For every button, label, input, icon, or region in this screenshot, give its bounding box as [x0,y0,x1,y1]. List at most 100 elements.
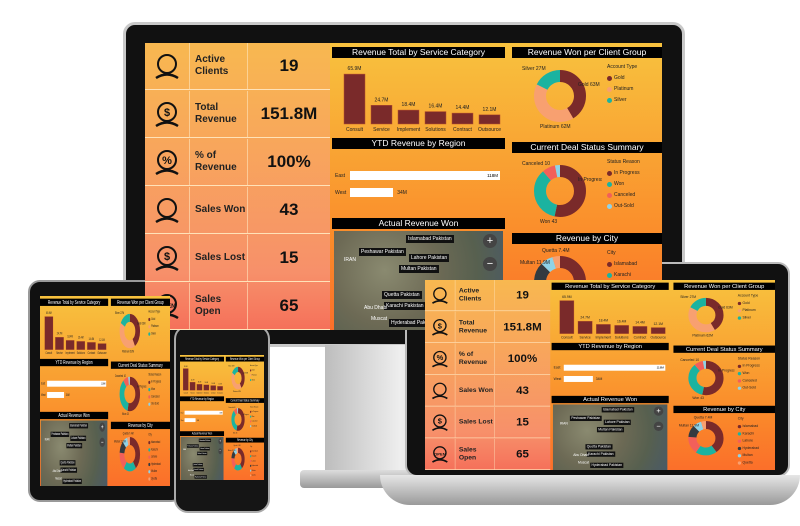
region-bar-chart[interactable]: East 118M West 34M [552,350,669,394]
legend-item[interactable]: In Progress [148,380,161,384]
map-pin-label[interactable]: Karachi Pakistan [586,451,615,457]
map-pin-label[interactable]: Lahore Pakistan [409,254,450,262]
legend-item[interactable]: Quetta [737,461,759,465]
legend-item[interactable]: Silver [607,97,637,103]
legend-item[interactable]: Quetta [148,477,160,481]
legend-item[interactable]: Multan [250,469,258,472]
donut-chart[interactable]: In Progress 65 Won 43 Canceled 10 [512,153,602,230]
revenue-map[interactable]: Islamabad Pakistan Peshawar Pakistan Lahor… [552,404,668,470]
legend-item[interactable]: Out-Sold [250,425,258,427]
revenue-map[interactable]: Islamabad Pakistan Peshawar Pakistan Lahor… [180,436,224,480]
map-zoom-out-button[interactable]: − [99,437,105,447]
map-pin-label[interactable]: Karachi Pakistan [193,467,204,472]
map-zoom-out-button[interactable]: − [218,448,222,455]
legend-item[interactable]: Silver [737,316,758,320]
legend-item[interactable]: Silver [148,332,160,336]
map-pin-label[interactable]: Quetta Pakistan [382,291,422,299]
legend-item[interactable]: Platinum [250,374,258,376]
service-bar-chart[interactable]: 65.9M Consult 24.7M Service 18.4M Implement 16… [180,362,224,396]
legend-item[interactable]: Karachi [737,432,759,436]
legend-item[interactable]: Platinum [607,86,637,92]
legend-item[interactable]: Gold [737,301,758,305]
donut-chart[interactable]: Gold 63M Platinum 62M Silver 27M [226,362,249,397]
legend-item[interactable]: Silver [250,379,258,381]
legend-item[interactable]: Won [607,181,640,187]
legend-item[interactable]: In Progress [250,410,258,413]
map-pin-label[interactable]: Lahore Pakistan [70,435,87,441]
map-pin-label[interactable]: Peshawar Pakistan [186,444,199,448]
revenue-map[interactable]: Islamabad Pakistan Peshawar Pakistan Lahor… [40,420,108,486]
legend-item[interactable]: Platinum [737,308,758,312]
legend-item[interactable]: In Progress [737,364,760,368]
legend-item[interactable]: Islamabad [607,261,638,267]
map-pin-label[interactable]: Multan Pakistan [399,265,439,273]
region-bar-west[interactable] [47,391,65,398]
legend-item[interactable]: Won [148,387,161,391]
map-zoom-in-button[interactable]: + [218,438,222,445]
map-zoom-out-button[interactable]: − [653,421,664,431]
region-bar-east[interactable]: 118M [184,410,223,415]
legend-item[interactable]: Gold [607,75,637,81]
legend-item[interactable]: Hyderabad [148,462,161,466]
legend-item[interactable]: Canceled [737,379,760,383]
legend-item[interactable]: Karachi [607,272,638,278]
map-pin-label[interactable]: Islamabad Pakistan [69,423,88,429]
map-pin-label[interactable]: Karachi Pakistan [60,467,77,473]
donut-chart[interactable]: In Progress 65 Won 43 Canceled 10 [673,353,734,404]
service-bar-chart[interactable]: 65.9M Consult 24.7M Service 18.4M Implement 16… [332,58,505,135]
region-bar-west[interactable] [184,418,196,423]
region-bar-east[interactable]: 118M [350,171,500,180]
region-bar-chart[interactable]: East 118M West 34M [332,149,505,216]
legend-item[interactable]: Islamabad [250,450,258,453]
donut-chart[interactable]: Multan 11.9MQuetta 7.4M [111,429,146,486]
legend-item[interactable]: Out-Sold [607,203,640,209]
legend-item[interactable]: Out-Sold [737,386,760,390]
donut-chart[interactable]: Gold 63M Platinum 62M Silver 27M [673,290,734,344]
legend-item[interactable]: Multan [148,469,160,473]
map-pin-label[interactable]: Quetta Pakistan [585,444,613,450]
region-bar-east[interactable]: 118M [47,380,107,387]
legend-item[interactable]: Lahore [250,460,258,462]
legend-item[interactable]: Gold [250,369,258,372]
map-pin-label[interactable]: Hyderabad Pakistan [194,475,207,479]
map-pin-label[interactable]: Lahore Pakistan [199,446,210,451]
legend-item[interactable]: Islamabad [737,424,759,428]
map-pin-label[interactable]: Peshawar Pakistan [50,431,70,438]
legend-item[interactable]: Hyderabad [250,464,258,467]
donut-chart[interactable]: Gold 63M Platinum 62M Silver 27M [111,306,146,360]
map-pin-label[interactable]: Islamabad Pakistan [198,438,211,443]
region-bar-east[interactable]: 118M [563,364,666,371]
legend-item[interactable]: Canceled [250,420,258,423]
map-pin-label[interactable]: Multan Pakistan [66,442,82,449]
map-zoom-in-button[interactable]: + [653,406,664,416]
map-pin-label[interactable]: Hyderabad Pakistan [590,462,624,469]
map-pin-label[interactable]: Quetta Pakistan [192,463,203,467]
legend-item[interactable]: Islamabad [148,440,160,444]
map-pin-label[interactable]: Lahore Pakistan [603,419,631,425]
legend-item[interactable]: Quetta [250,474,258,477]
donut-chart[interactable]: Multan 11.9MQuetta 7.4M [226,443,249,480]
map-pin-label[interactable]: Peshawar Pakistan [569,415,602,422]
legend-item[interactable]: Karachi [250,455,258,457]
service-bar-chart[interactable]: 65.9M Consult 24.7M Service 18.4M Implement 16… [552,290,669,341]
donut-chart[interactable]: Gold 63M Platinum 62M Silver 27M [512,58,602,139]
legend-item[interactable]: Multan [737,453,759,457]
map-pin-label[interactable]: Karachi Pakistan [384,302,426,310]
map-zoom-in-button[interactable]: + [99,422,105,432]
map-pin-label[interactable]: Quetta Pakistan [59,460,76,466]
map-pin-label[interactable]: Multan Pakistan [197,451,208,456]
service-bar-chart[interactable]: 65.9M Consult 24.7M Service 18.4M Implement 16… [40,306,108,357]
map-zoom-out-button[interactable]: − [483,257,497,271]
donut-chart[interactable]: Multan 11.9MQuetta 7.4M [673,413,734,470]
legend-item[interactable]: Won [737,371,760,375]
legend-item[interactable]: Canceled [148,395,161,399]
legend-item[interactable]: Platinum [148,324,160,328]
legend-item[interactable]: Gold [148,317,160,321]
legend-item[interactable]: Won [250,415,258,418]
legend-item[interactable]: Lahore [148,455,160,459]
legend-item[interactable]: Karachi [148,448,160,452]
map-pin-label[interactable]: Islamabad Pakistan [601,407,634,413]
map-pin-label[interactable]: Multan Pakistan [596,426,624,433]
legend-item[interactable]: Hyderabad [737,446,759,450]
map-zoom-in-button[interactable]: + [483,234,497,248]
